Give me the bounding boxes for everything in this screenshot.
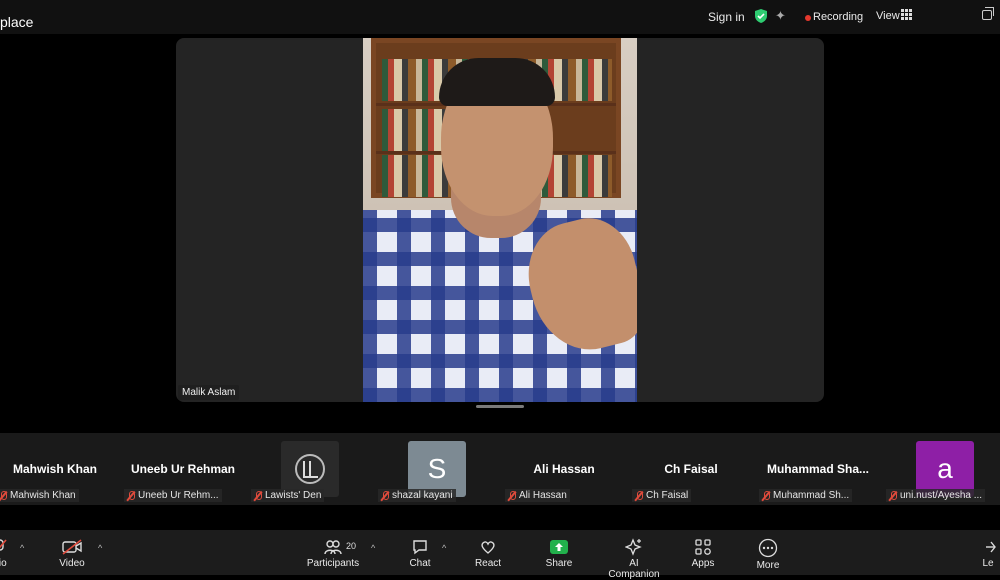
sparkle-icon[interactable]: ✦ bbox=[775, 8, 786, 24]
more-dots-icon bbox=[758, 538, 778, 558]
participant-tile[interactable]: Lawists' Den bbox=[249, 433, 371, 505]
share-button[interactable]: Share bbox=[529, 538, 589, 569]
participant-label-text: shazal kayani bbox=[392, 490, 453, 501]
active-speaker-stage: Malik Aslam bbox=[176, 38, 824, 402]
participant-label-text: Uneeb Ur Rehm... bbox=[138, 490, 219, 501]
more-label: More bbox=[756, 560, 780, 571]
view-button[interactable]: View bbox=[876, 10, 900, 22]
participants-count: 20 bbox=[346, 541, 357, 551]
mic-muted-icon bbox=[254, 490, 262, 501]
mic-muted-icon bbox=[127, 490, 135, 501]
participant-label: Mahwish Khan bbox=[0, 489, 79, 502]
resize-handle[interactable] bbox=[476, 405, 524, 408]
participant-display-name: Ali Hassan bbox=[533, 462, 595, 476]
apps-button[interactable]: Apps bbox=[673, 538, 733, 569]
participant-tile[interactable]: Muhammad Sha... Muhammad Sh... bbox=[757, 433, 879, 505]
apps-icon bbox=[695, 539, 711, 555]
grid-icon[interactable] bbox=[901, 9, 912, 20]
recording-label[interactable]: Recording bbox=[813, 11, 863, 23]
mic-muted-icon bbox=[889, 490, 897, 501]
speaker-video bbox=[363, 38, 637, 402]
react-label: React bbox=[474, 558, 502, 569]
participant-label: uni.nust/Ayesha ... bbox=[886, 489, 986, 502]
people-icon bbox=[324, 540, 342, 555]
participant-label: Uneeb Ur Rehm... bbox=[124, 489, 222, 502]
participant-display-name: Ch Faisal bbox=[664, 462, 718, 476]
participant-label-text: Mahwish Khan bbox=[10, 490, 76, 501]
mic-muted-icon bbox=[0, 539, 7, 551]
participant-display-name: Muhammad Sha... bbox=[766, 462, 870, 476]
participant-label-text: Lawists' Den bbox=[265, 490, 322, 501]
participant-label: Muhammad Sh... bbox=[759, 489, 853, 502]
sign-in-link[interactable]: Sign in bbox=[708, 10, 745, 24]
participant-label: Ch Faisal bbox=[632, 489, 692, 502]
ai-companion-label: AI Companion bbox=[608, 558, 660, 580]
video-label: Video bbox=[59, 558, 85, 569]
participant-tile[interactable]: S shazal kayani bbox=[376, 433, 498, 505]
chat-icon bbox=[413, 540, 427, 555]
participant-display-name: Mahwish Khan bbox=[12, 462, 97, 476]
react-button[interactable]: React bbox=[458, 538, 518, 569]
leave-button[interactable]: Le bbox=[968, 538, 1000, 569]
participant-tile[interactable]: Ali Hassan Ali Hassan bbox=[503, 433, 625, 505]
participant-label-text: Ali Hassan bbox=[519, 490, 567, 501]
participants-label: Participants bbox=[306, 558, 360, 569]
participant-label-text: Ch Faisal bbox=[646, 490, 689, 501]
audio-button[interactable]: dio bbox=[0, 538, 30, 569]
leave-label: Le bbox=[982, 558, 994, 569]
video-button[interactable]: Video bbox=[42, 538, 102, 569]
participant-label: Ali Hassan bbox=[505, 489, 570, 502]
chat-label: Chat bbox=[409, 558, 431, 569]
participant-tile[interactable]: Uneeb Ur Rehman Uneeb Ur Rehm... bbox=[122, 433, 244, 505]
participant-label-text: uni.nust/Ayesha ... bbox=[900, 490, 983, 501]
participant-display-name: Uneeb Ur Rehman bbox=[130, 462, 236, 476]
video-options-caret[interactable]: ^ bbox=[98, 543, 102, 553]
mic-muted-icon bbox=[508, 490, 516, 501]
ai-companion-button[interactable]: AI Companion bbox=[604, 538, 664, 580]
audio-label: dio bbox=[0, 558, 7, 569]
camera-off-icon bbox=[62, 539, 82, 555]
participants-options-caret[interactable]: ^ bbox=[371, 543, 375, 553]
participant-tile[interactable]: a uni.nust/Ayesha ... bbox=[884, 433, 1000, 505]
recording-dot-icon bbox=[805, 15, 811, 21]
mic-muted-icon bbox=[0, 490, 7, 501]
speaker-name-tag: Malik Aslam bbox=[178, 385, 240, 400]
hair bbox=[439, 58, 555, 106]
heart-icon bbox=[481, 541, 495, 554]
apps-label: Apps bbox=[691, 558, 715, 569]
chat-options-caret[interactable]: ^ bbox=[442, 543, 446, 553]
shield-check-icon[interactable] bbox=[753, 8, 769, 29]
leave-icon bbox=[986, 541, 996, 553]
mic-muted-icon bbox=[762, 490, 770, 501]
participant-label: shazal kayani bbox=[378, 489, 456, 502]
chat-button[interactable]: Chat bbox=[390, 538, 450, 569]
window-title: place bbox=[0, 14, 34, 30]
participant-tile[interactable]: Mahwish Khan Mahwish Khan bbox=[0, 433, 116, 505]
ai-sparkle-icon bbox=[625, 538, 642, 556]
share-label: Share bbox=[545, 558, 573, 569]
mic-muted-icon bbox=[381, 490, 389, 501]
restore-window-icon[interactable] bbox=[982, 7, 994, 20]
more-button[interactable]: More bbox=[738, 538, 798, 571]
mic-muted-icon bbox=[635, 490, 643, 501]
participant-label-text: Muhammad Sh... bbox=[773, 490, 850, 501]
participant-tile[interactable]: Ch Faisal Ch Faisal bbox=[630, 433, 752, 505]
participant-label: Lawists' Den bbox=[251, 489, 325, 502]
share-screen-icon bbox=[550, 540, 568, 554]
audio-options-caret[interactable]: ^ bbox=[20, 543, 24, 553]
